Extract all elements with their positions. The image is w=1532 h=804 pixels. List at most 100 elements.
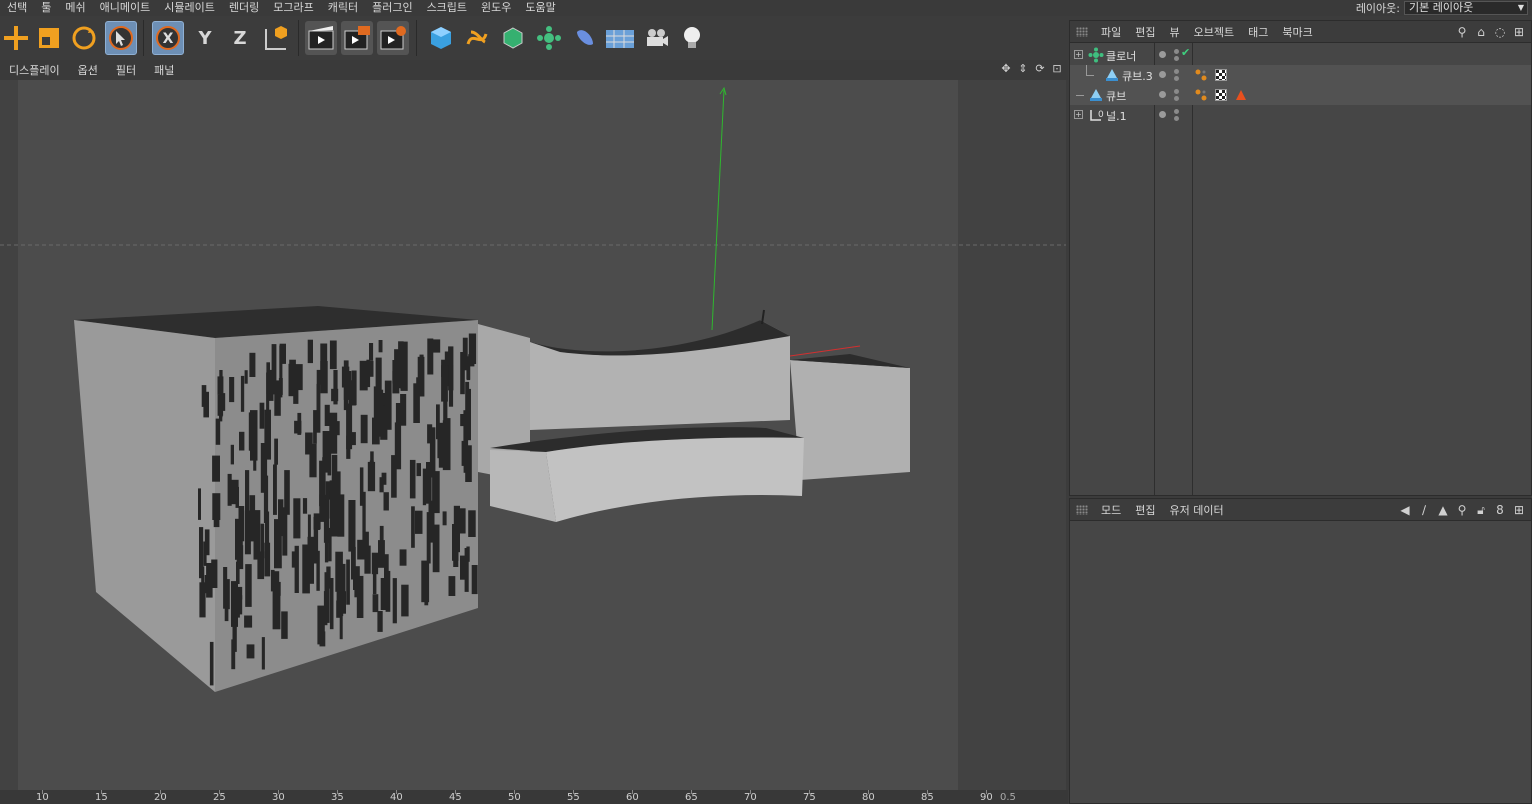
pan-view-icon[interactable]: ✥: [999, 62, 1013, 76]
z-axis-lock-button[interactable]: Z: [224, 21, 256, 55]
clone-stripe: [432, 524, 440, 573]
menu-item[interactable]: 스크립트: [420, 0, 474, 16]
coordinate-system-button[interactable]: [260, 21, 292, 55]
object-name[interactable]: 큐브.3: [1122, 68, 1153, 84]
rotate-tool-button[interactable]: [68, 21, 100, 55]
viewport-menu-item[interactable]: 디스플레이: [0, 62, 69, 78]
search-icon[interactable]: ⚲: [1454, 24, 1470, 40]
y-axis-lock-button[interactable]: Y: [189, 21, 221, 55]
object-row[interactable]: +0 널.1: [1070, 105, 1531, 125]
layout-select[interactable]: 기본 레이아웃 ▼: [1404, 1, 1528, 15]
render-settings-button[interactable]: [377, 21, 409, 55]
add-subdivision-button[interactable]: [497, 21, 529, 55]
editor-visibility-icon[interactable]: [1174, 109, 1179, 114]
object-name[interactable]: 널.1: [1106, 108, 1127, 124]
phong-tag-icon[interactable]: [1195, 69, 1207, 81]
add-light-button[interactable]: [676, 21, 708, 55]
menu-item[interactable]: 툴: [34, 0, 58, 16]
link-icon[interactable]: 8: [1492, 502, 1508, 518]
clone-stripe: [427, 338, 434, 375]
viewport-menu-item[interactable]: 패널: [145, 62, 183, 78]
menu-item[interactable]: 메쉬: [58, 0, 92, 16]
texture-tag-icon[interactable]: [1215, 69, 1227, 81]
menu-item[interactable]: 캐릭터: [321, 0, 365, 16]
editor-visibility-icon[interactable]: [1174, 69, 1179, 74]
object-menu-item[interactable]: 파일: [1094, 24, 1128, 40]
object-name[interactable]: 클로너: [1106, 48, 1136, 64]
render-to-picture-viewer-button[interactable]: [341, 21, 373, 55]
menu-item[interactable]: 선택: [0, 0, 34, 16]
texture-tag-icon[interactable]: [1215, 89, 1227, 101]
visibility-dot-icon[interactable]: [1159, 51, 1166, 58]
lock-icon[interactable]: 🔓︎: [1473, 502, 1489, 518]
render-visibility-icon[interactable]: [1174, 76, 1179, 81]
new-panel-icon[interactable]: ⊞: [1511, 24, 1527, 40]
maximize-view-icon[interactable]: ⊡: [1050, 62, 1064, 76]
back-arrow-icon[interactable]: ◀: [1397, 502, 1413, 518]
expand-toggle-icon[interactable]: +: [1074, 110, 1083, 119]
visibility-dot-icon[interactable]: [1159, 71, 1166, 78]
menu-item[interactable]: 플러그인: [365, 0, 419, 16]
attribute-menu-item[interactable]: 모드: [1094, 502, 1128, 518]
object-menu-item[interactable]: 오브젝트: [1187, 24, 1241, 40]
menu-item[interactable]: 렌더링: [222, 0, 266, 16]
editor-visibility-icon[interactable]: [1174, 89, 1179, 94]
attribute-menu-item[interactable]: 편집: [1128, 502, 1162, 518]
clone-stripe: [302, 498, 308, 514]
view-toggle-icon[interactable]: ◌: [1492, 24, 1508, 40]
move-tool-button[interactable]: [0, 21, 32, 55]
3d-viewport[interactable]: [0, 80, 1066, 790]
visibility-dot-icon[interactable]: [1159, 111, 1166, 118]
object-name[interactable]: 큐브: [1106, 88, 1126, 104]
add-spline-button[interactable]: [461, 21, 493, 55]
menu-item[interactable]: 모그라프: [266, 0, 320, 16]
object-row[interactable]: 큐브: [1070, 85, 1531, 105]
dolly-view-icon[interactable]: ⇕: [1016, 62, 1030, 76]
menu-item[interactable]: 시뮬레이트: [157, 0, 222, 16]
object-row[interactable]: + 클로너 ✔: [1070, 45, 1531, 65]
render-visibility-icon[interactable]: [1174, 56, 1179, 61]
render-visibility-icon[interactable]: [1174, 116, 1179, 121]
up-arrow-icon[interactable]: ▲: [1435, 502, 1451, 518]
object-row[interactable]: 큐브.3: [1070, 65, 1531, 85]
render-visibility-icon[interactable]: [1174, 96, 1179, 101]
clone-stripe: [331, 388, 339, 402]
expand-toggle-icon[interactable]: +: [1074, 50, 1083, 59]
object-menu-item[interactable]: 북마크: [1275, 24, 1319, 40]
live-selection-button[interactable]: [105, 21, 137, 55]
visibility-dot-icon[interactable]: [1159, 91, 1166, 98]
add-floor-button[interactable]: [604, 21, 636, 55]
clone-stripe: [336, 600, 341, 618]
enabled-check-icon[interactable]: ✔: [1181, 46, 1190, 59]
attribute-menu-item[interactable]: 유저 데이터: [1163, 502, 1231, 518]
menu-item[interactable]: 도움말: [518, 0, 562, 16]
add-cloner-button[interactable]: [533, 21, 565, 55]
viewport-menu-item[interactable]: 옵션: [69, 62, 107, 78]
add-cube-button[interactable]: [425, 21, 457, 55]
add-deformer-button[interactable]: [569, 21, 601, 55]
clone-stripe: [265, 511, 270, 545]
editor-visibility-icon[interactable]: [1174, 49, 1179, 54]
render-view-button[interactable]: [305, 21, 337, 55]
menu-item[interactable]: 윈도우: [474, 0, 518, 16]
timeline-field[interactable]: 0.5: [1000, 792, 1016, 803]
phong-tag-icon[interactable]: [1195, 89, 1207, 101]
panel-grip-icon[interactable]: [1076, 504, 1088, 515]
forward-arrow-icon[interactable]: ∕: [1416, 502, 1432, 518]
object-menu-item[interactable]: 뷰: [1163, 24, 1187, 40]
menu-item[interactable]: 애니메이트: [93, 0, 158, 16]
timeline-ruler[interactable]: 10 15 20 25 30 35 40 45 50 55 60 65 70 75 80 85 90 0.5: [0, 790, 1068, 804]
orbit-view-icon[interactable]: ⟳: [1033, 62, 1047, 76]
x-axis-lock-button[interactable]: X: [152, 21, 184, 55]
viewport-menu-item[interactable]: 필터: [107, 62, 145, 78]
scale-tool-button[interactable]: [33, 21, 65, 55]
object-menu-item[interactable]: 태그: [1241, 24, 1275, 40]
object-menu-item[interactable]: 편집: [1128, 24, 1162, 40]
home-icon[interactable]: ⌂: [1473, 24, 1489, 40]
add-camera-button[interactable]: [641, 21, 673, 55]
panel-grip-icon[interactable]: [1076, 26, 1088, 37]
search-icon[interactable]: ⚲: [1454, 502, 1470, 518]
clone-stripe: [400, 394, 407, 426]
new-panel-icon[interactable]: ⊞: [1511, 502, 1527, 518]
warning-tag-icon[interactable]: [1235, 89, 1247, 101]
